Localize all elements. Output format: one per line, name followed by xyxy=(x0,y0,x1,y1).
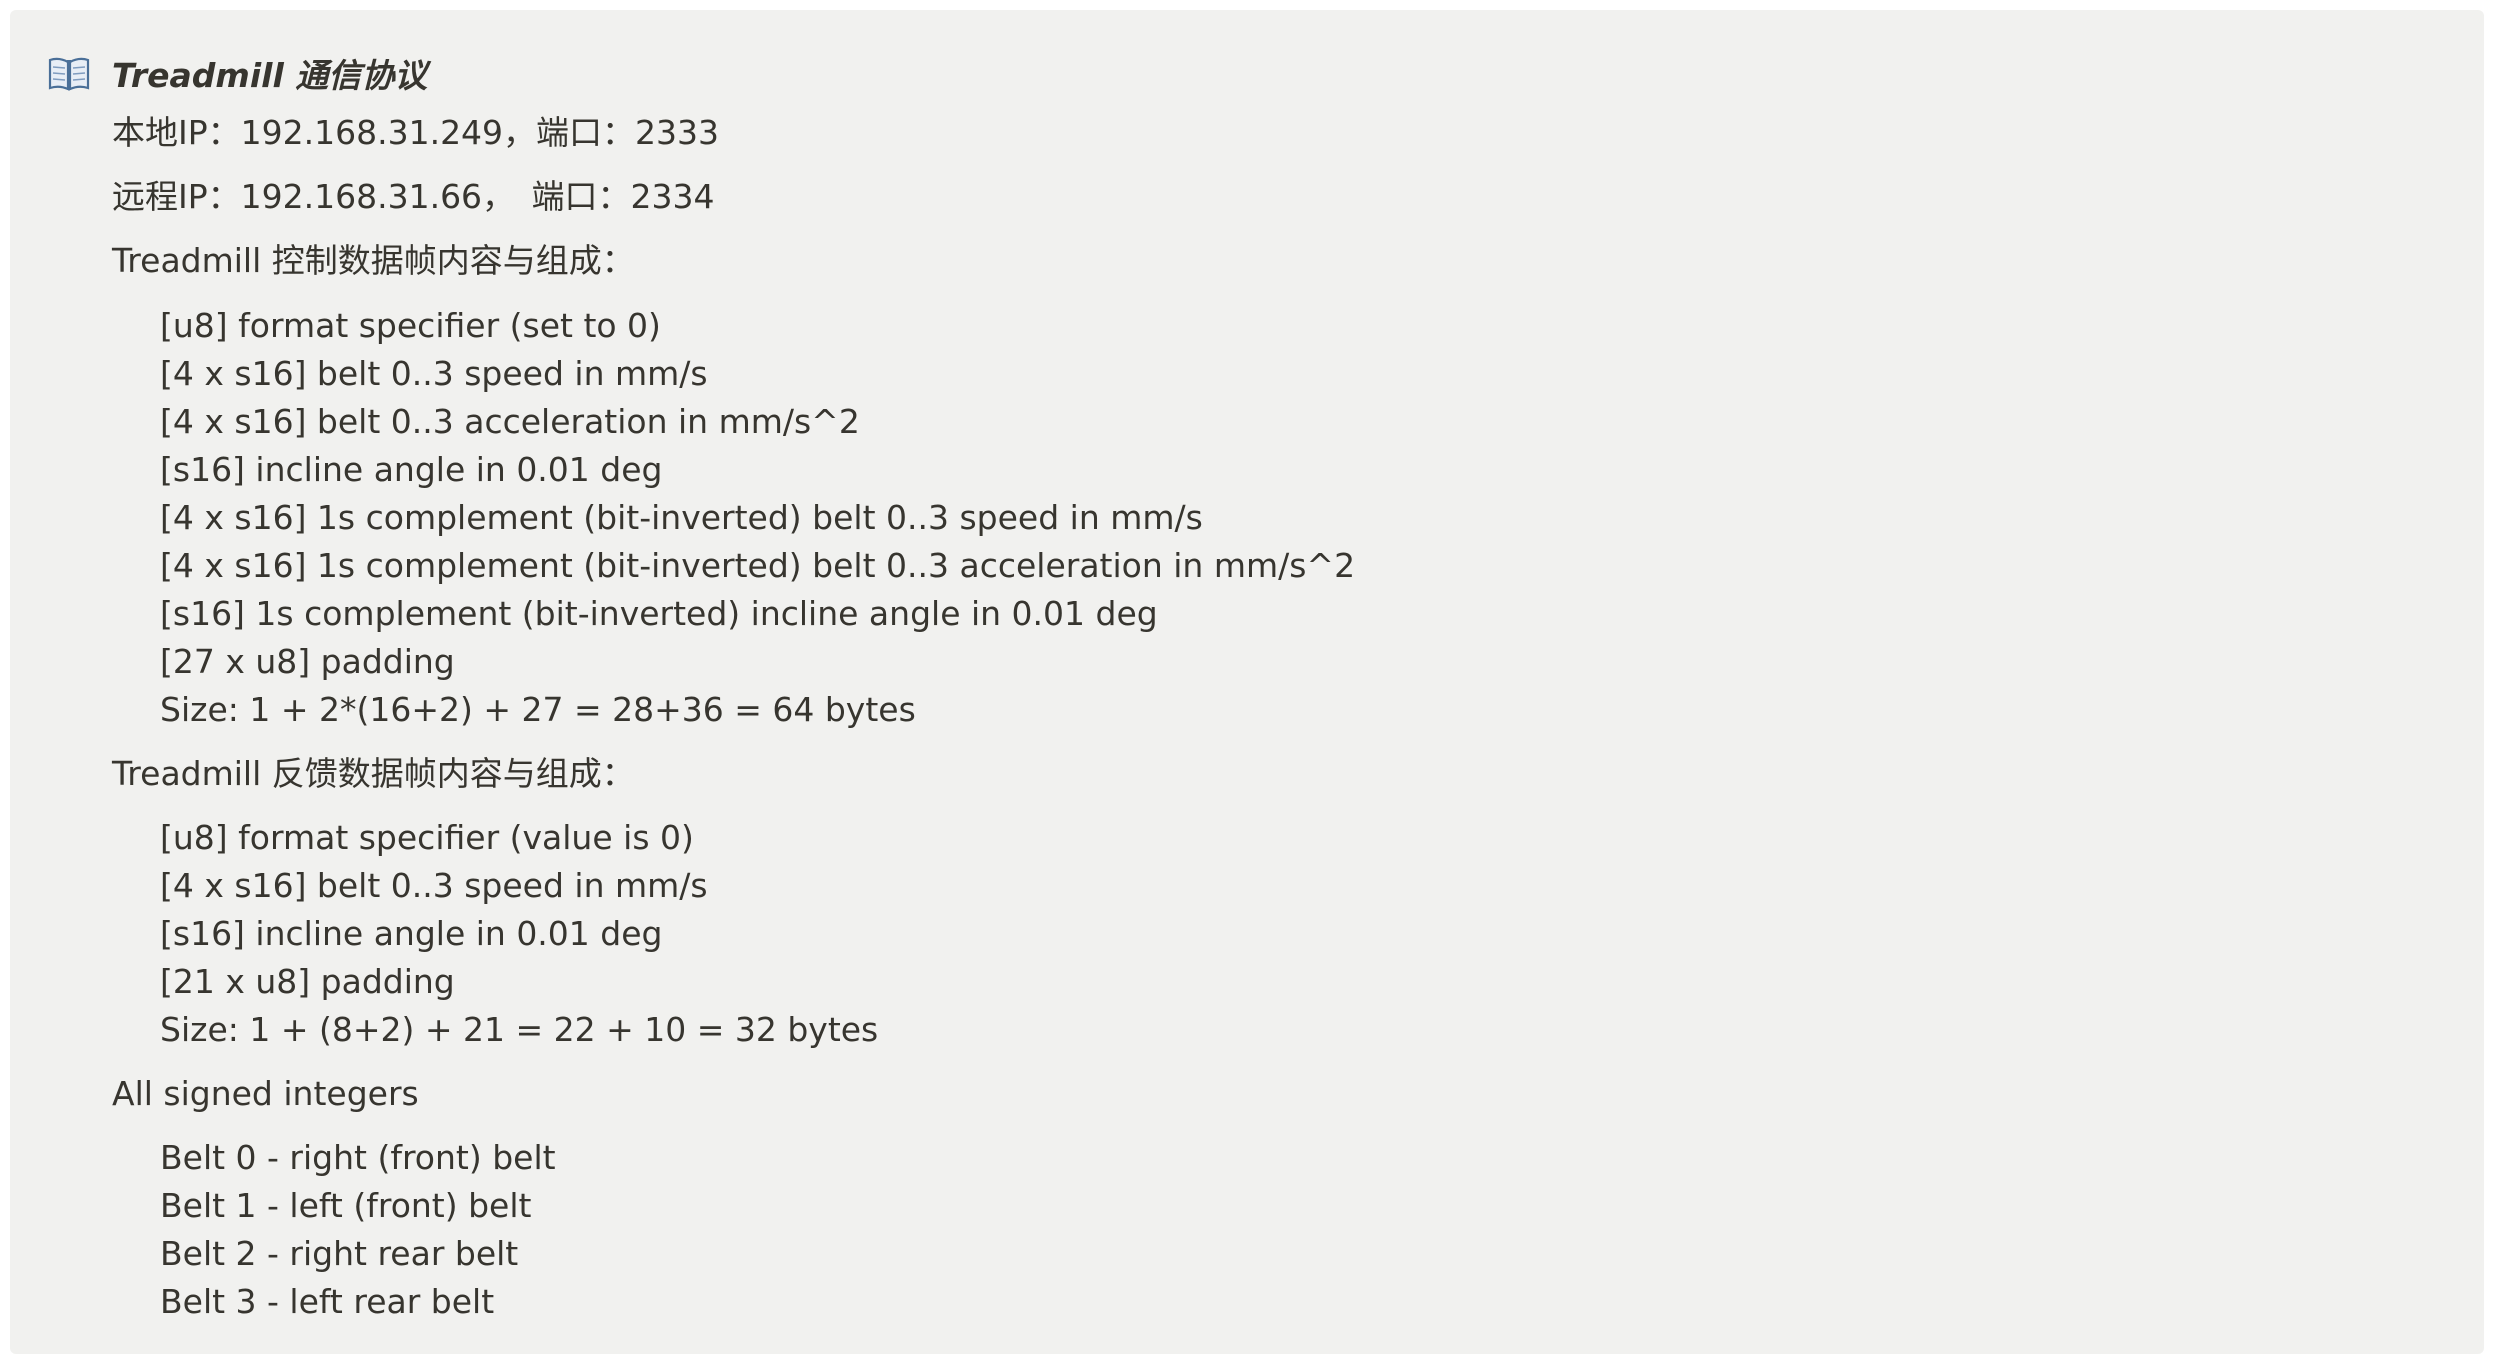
callout-title: Treadmill 通信协议 xyxy=(112,56,428,95)
control-frame-heading: Treadmill 控制数据帧内容与组成： xyxy=(112,241,635,280)
control-item: [4 x s16] belt 0..3 acceleration in mm/s… xyxy=(160,402,860,441)
feedback-item: [4 x s16] belt 0..3 speed in mm/s xyxy=(160,866,708,905)
callout-block: Treadmill 通信协议 本地IP：192.168.31.249，端口：23… xyxy=(10,10,2484,1354)
belt-item: Belt 3 - left rear belt xyxy=(160,1282,495,1321)
control-item: [27 x u8] padding xyxy=(160,642,455,681)
local-ip-line: 本地IP：192.168.31.249，端口：2333 xyxy=(112,113,720,152)
open-book-icon[interactable] xyxy=(48,54,90,94)
signed-integers-heading: All signed integers xyxy=(112,1074,419,1113)
control-item: [4 x s16] belt 0..3 speed in mm/s xyxy=(160,354,708,393)
feedback-frame-heading: Treadmill 反馈数据帧内容与组成： xyxy=(112,754,635,793)
control-item: [4 x s16] 1s complement (bit-inverted) b… xyxy=(160,546,1356,585)
belt-item: Belt 0 - right (front) belt xyxy=(160,1138,556,1177)
control-item: [4 x s16] 1s complement (bit-inverted) b… xyxy=(160,498,1203,537)
feedback-item: [s16] incline angle in 0.01 deg xyxy=(160,914,663,953)
control-item: [u8] format specifier (set to 0) xyxy=(160,306,661,345)
control-item: [s16] 1s complement (bit-inverted) incli… xyxy=(160,594,1158,633)
control-item: [s16] incline angle in 0.01 deg xyxy=(160,450,663,489)
remote-ip-line: 远程IP：192.168.31.66， 端口：2334 xyxy=(112,177,715,216)
belt-item: Belt 2 - right rear belt xyxy=(160,1234,519,1273)
belt-item: Belt 1 - left (front) belt xyxy=(160,1186,532,1225)
feedback-item: [u8] format specifier (value is 0) xyxy=(160,818,694,857)
control-size-line: Size: 1 + 2*(16+2) + 27 = 28+36 = 64 byt… xyxy=(160,690,916,729)
feedback-item: [21 x u8] padding xyxy=(160,962,455,1001)
feedback-size-line: Size: 1 + (8+2) + 21 = 22 + 10 = 32 byte… xyxy=(160,1010,879,1049)
